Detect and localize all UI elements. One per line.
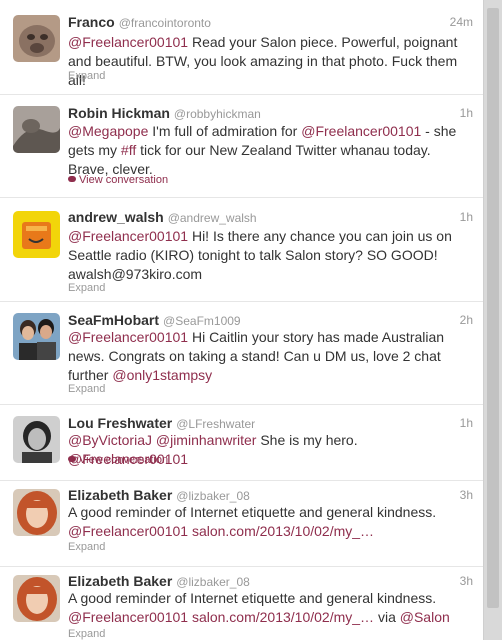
tweet-text: A good reminder of Internet etiquette an…	[68, 589, 473, 627]
tweet-text: @Freelancer00101 Read your Salon piece. …	[68, 33, 473, 90]
tweet-header: andrew_walsh @andrew_walsh 1h	[68, 209, 473, 226]
timestamp[interactable]: 3h	[460, 488, 473, 502]
avatar[interactable]	[13, 416, 60, 463]
user-handle[interactable]: @francointoronto	[119, 16, 211, 30]
tweet-header: Elizabeth Baker @lizbaker_08 3h	[68, 573, 473, 590]
text-segment: via	[374, 609, 400, 625]
tweet-item[interactable]: Robin Hickman @robbyhickman 1h @Megapope …	[0, 95, 483, 198]
tweet-timeline: Franco @francointoronto 24m @Freelancer00…	[0, 0, 484, 640]
text-segment: A good reminder of Internet etiquette an…	[68, 590, 437, 606]
view-conversation-label: View conversation	[79, 454, 169, 466]
user-handle[interactable]: @andrew_walsh	[168, 211, 257, 225]
user-handle[interactable]: @lizbaker_08	[176, 575, 250, 589]
url-link[interactable]: salon.com/2013/10/02/my_…	[192, 523, 374, 539]
mention-link[interactable]: @Freelancer00101	[68, 34, 188, 50]
tweet-item[interactable]: Elizabeth Baker @lizbaker_08 3h A good re…	[0, 481, 483, 567]
expand-link[interactable]: Expand	[68, 383, 105, 395]
tweet-header: Lou Freshwater @LFreshwater 1h	[68, 415, 473, 432]
tweet-header: Elizabeth Baker @lizbaker_08 3h	[68, 487, 473, 504]
mention-link[interactable]: @Freelancer00101	[68, 329, 188, 345]
user-name[interactable]: Franco	[68, 14, 115, 30]
scrollbar-thumb[interactable]	[487, 8, 499, 608]
mention-link[interactable]: @Freelancer00101	[68, 609, 188, 625]
timestamp[interactable]: 1h	[460, 106, 473, 120]
user-handle[interactable]: @LFreshwater	[176, 417, 255, 431]
speech-bubble-icon	[68, 176, 76, 182]
timestamp[interactable]: 3h	[460, 574, 473, 588]
tweet-text: @Freelancer00101 Hi! Is there any chance…	[68, 227, 473, 284]
mention-link[interactable]: @Freelancer00101	[68, 228, 188, 244]
user-name[interactable]: Elizabeth Baker	[68, 487, 172, 503]
user-name[interactable]: Elizabeth Baker	[68, 573, 172, 589]
hashtag-link[interactable]: #ff	[121, 142, 136, 158]
user-name[interactable]: Lou Freshwater	[68, 415, 172, 431]
text-segment: A good reminder of Internet etiquette an…	[68, 504, 437, 520]
timestamp[interactable]: 1h	[460, 210, 473, 224]
mention-link[interactable]: @Freelancer00101	[301, 123, 421, 139]
timestamp[interactable]: 24m	[450, 15, 473, 29]
mention-link[interactable]: @Freelancer00101	[68, 523, 188, 539]
scrollbar[interactable]	[484, 0, 502, 640]
avatar[interactable]	[13, 106, 60, 153]
mention-link[interactable]: @ByVictoriaJ	[68, 432, 152, 448]
tweet-header: Robin Hickman @robbyhickman 1h	[68, 105, 473, 122]
text-segment: I'm full of admiration for	[148, 123, 302, 139]
avatar[interactable]	[13, 575, 60, 622]
tweet-item[interactable]: Lou Freshwater @LFreshwater 1h @ByVictori…	[0, 405, 483, 481]
view-conversation-label: View conversation	[79, 174, 169, 186]
expand-link[interactable]: Expand	[68, 628, 105, 640]
text-segment: She is my hero.	[256, 432, 358, 448]
expand-link[interactable]: Expand	[68, 282, 105, 294]
avatar[interactable]	[13, 489, 60, 536]
tweet-header: SeaFmHobart @SeaFm1009 2h	[68, 312, 473, 329]
expand-link[interactable]: Expand	[68, 70, 105, 82]
view-conversation-link[interactable]: View conversation	[68, 454, 168, 466]
timestamp[interactable]: 1h	[460, 416, 473, 430]
expand-link[interactable]: Expand	[68, 541, 105, 553]
view-conversation-link[interactable]: View conversation	[68, 174, 168, 186]
timestamp[interactable]: 2h	[460, 313, 473, 327]
avatar[interactable]	[13, 211, 60, 258]
tweet-item[interactable]: SeaFmHobart @SeaFm1009 2h @Freelancer0010…	[0, 302, 483, 405]
mention-link[interactable]: @Salon	[400, 609, 450, 625]
tweet-item[interactable]: Franco @francointoronto 24m @Freelancer00…	[0, 0, 483, 95]
user-name[interactable]: andrew_walsh	[68, 209, 164, 225]
user-handle[interactable]: @SeaFm1009	[163, 314, 241, 328]
speech-bubble-icon	[68, 456, 76, 462]
mention-link[interactable]: @jiminhanwriter	[156, 432, 257, 448]
tweet-item[interactable]: Elizabeth Baker @lizbaker_08 3h A good re…	[0, 567, 483, 640]
tweet-item[interactable]: andrew_walsh @andrew_walsh 1h @Freelancer…	[0, 198, 483, 302]
user-name[interactable]: SeaFmHobart	[68, 312, 159, 328]
tweet-text: @Megapope I'm full of admiration for @Fr…	[68, 122, 473, 179]
url-link[interactable]: salon.com/2013/10/02/my_…	[192, 609, 374, 625]
avatar[interactable]	[13, 313, 60, 360]
user-name[interactable]: Robin Hickman	[68, 105, 170, 121]
user-handle[interactable]: @robbyhickman	[174, 107, 261, 121]
tweet-text: @Freelancer00101 Hi Caitlin your story h…	[68, 328, 473, 385]
mention-link[interactable]: @Megapope	[68, 123, 148, 139]
avatar[interactable]	[13, 15, 60, 62]
mention-link[interactable]: @only1stampsy	[112, 367, 212, 383]
user-handle[interactable]: @lizbaker_08	[176, 489, 250, 503]
tweet-text: A good reminder of Internet etiquette an…	[68, 503, 473, 541]
tweet-header: Franco @francointoronto 24m	[68, 14, 473, 31]
